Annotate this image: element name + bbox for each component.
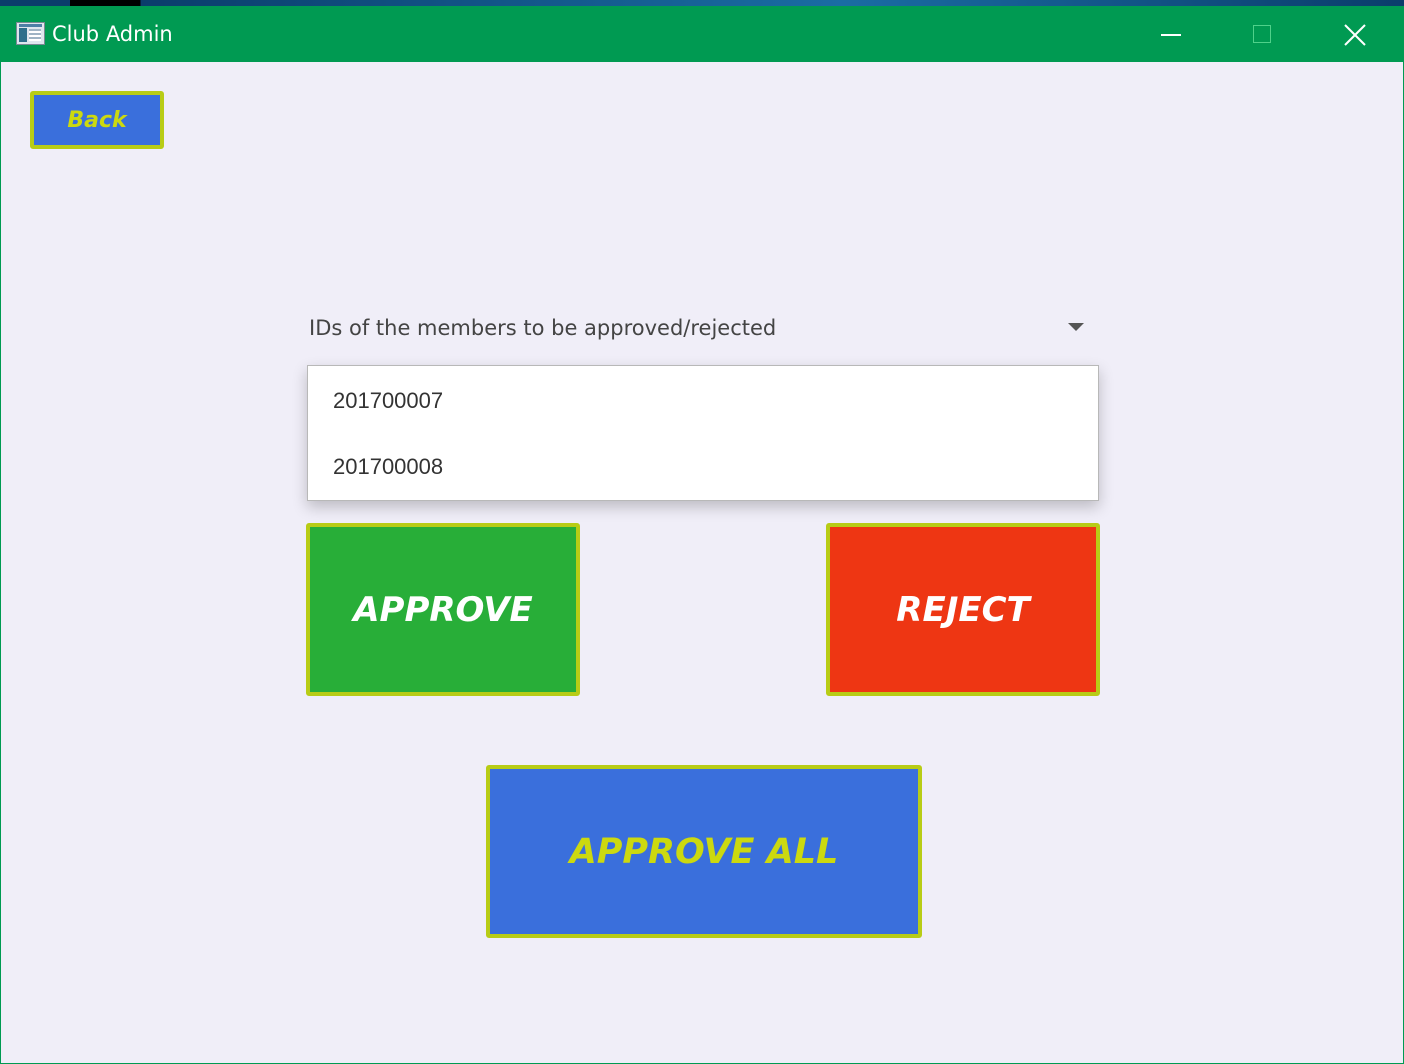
member-id-option-label: 201700008 xyxy=(333,454,444,479)
member-id-option-label: 201700007 xyxy=(333,388,444,413)
window-title: Club Admin xyxy=(52,22,173,46)
member-id-dropdown-list: 201700007 201700008 xyxy=(307,365,1099,501)
maximize-icon xyxy=(1253,25,1271,43)
content-area: Back IDs of the members to be approved/r… xyxy=(1,62,1403,1063)
member-id-select[interactable]: IDs of the members to be approved/reject… xyxy=(307,302,1099,358)
app-window: Club Admin Back IDs of the members to be… xyxy=(0,6,1404,1064)
member-id-option[interactable]: 201700007 xyxy=(308,368,1098,434)
close-icon xyxy=(1344,24,1366,46)
member-id-option[interactable]: 201700008 xyxy=(308,434,1098,500)
minimize-button[interactable] xyxy=(1125,7,1217,62)
app-icon xyxy=(16,22,45,45)
maximize-button[interactable] xyxy=(1217,7,1309,62)
approve-button[interactable]: APPROVE xyxy=(306,523,580,696)
back-button[interactable]: Back xyxy=(30,91,164,149)
close-button[interactable] xyxy=(1309,7,1401,62)
dropdown-arrow-icon xyxy=(1068,323,1084,331)
approve-all-button[interactable]: APPROVE ALL xyxy=(486,765,922,938)
reject-button[interactable]: REJECT xyxy=(826,523,1100,696)
title-bar[interactable]: Club Admin xyxy=(1,7,1403,62)
member-id-select-prompt: IDs of the members to be approved/reject… xyxy=(309,316,777,340)
minimize-icon xyxy=(1161,34,1181,36)
